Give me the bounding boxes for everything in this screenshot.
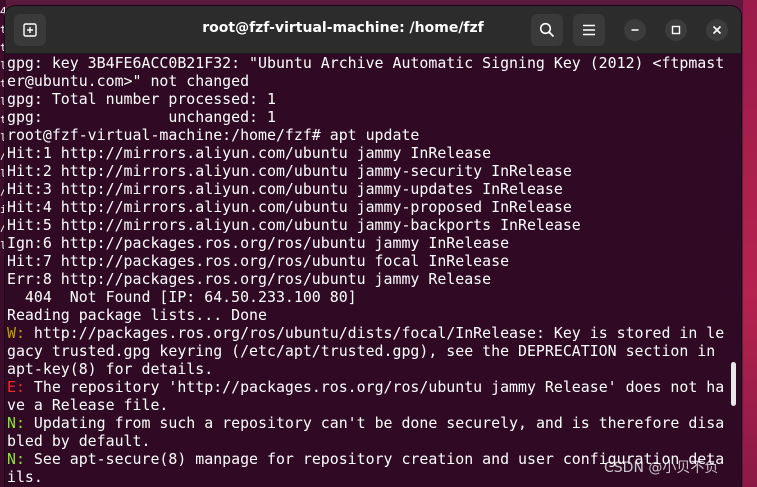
terminal-line-text: gpg: Total number processed: 1: [7, 90, 276, 108]
terminal-line-text: apt-key(8) for details.: [7, 360, 214, 378]
terminal-line: Err:8 http://packages.ros.org/ros/ubuntu…: [7, 270, 741, 288]
terminal-line: Hit:4 http://mirrors.aliyun.com/ubuntu j…: [7, 198, 741, 216]
terminal-line: N: Updating from such a repository can't…: [7, 414, 741, 432]
terminal-line: gpg: Total number processed: 1: [7, 90, 741, 108]
terminal-line: Hit:2 http://mirrors.aliyun.com/ubuntu j…: [7, 162, 741, 180]
terminal-line-text: The repository 'http://packages.ros.org/…: [24, 378, 725, 396]
terminal-line: gpg: key 3B4FE6ACC0B21F32: "Ubuntu Archi…: [7, 54, 741, 72]
terminal-line: 404 Not Found [IP: 64.50.233.100 80]: [7, 288, 741, 306]
message-prefix: E:: [7, 378, 25, 396]
search-icon: [539, 22, 555, 38]
terminal-line: gacy trusted.gpg keyring (/etc/apt/trust…: [7, 342, 741, 360]
terminal-line: Reading package lists... Done: [7, 306, 741, 324]
terminal-line-text: Reading package lists... Done: [7, 306, 267, 324]
close-icon: [712, 25, 722, 35]
title-bar[interactable]: root@fzf-virtual-machine: /home/fzf: [5, 6, 741, 54]
terminal-line-text: er@ubuntu.com>" not changed: [7, 72, 250, 90]
desktop-right-strip: [743, 0, 757, 487]
terminal-line-text: 404 Not Found [IP: 64.50.233.100 80]: [7, 288, 357, 306]
terminal-line: apt-key(8) for details.: [7, 360, 741, 378]
minimize-icon: [631, 29, 639, 31]
terminal-line: Ign:6 http://packages.ros.org/ros/ubuntu…: [7, 234, 741, 252]
terminal-line-text: ve a Release file.: [7, 396, 169, 414]
terminal-line-text: Hit:7 http://packages.ros.org/ros/ubuntu…: [7, 252, 510, 270]
terminal-window[interactable]: root@fzf-virtual-machine: /home/fzf gpg:…: [5, 6, 741, 487]
terminal-line-text: gacy trusted.gpg keyring (/etc/apt/trust…: [7, 342, 716, 360]
maximize-button[interactable]: [665, 19, 687, 41]
terminal-line: gpg: unchanged: 1: [7, 108, 741, 126]
terminal-line-text: http://packages.ros.org/ros/ubuntu/dists…: [24, 324, 725, 342]
message-prefix: W:: [7, 324, 25, 342]
terminal-line: Hit:7 http://packages.ros.org/ros/ubuntu…: [7, 252, 741, 270]
terminal-line: root@fzf-virtual-machine:/home/fzf# apt …: [7, 126, 741, 144]
menu-button[interactable]: [573, 14, 605, 46]
terminal-line: E: The repository 'http://packages.ros.o…: [7, 378, 741, 396]
terminal-line: Hit:5 http://mirrors.aliyun.com/ubuntu j…: [7, 216, 741, 234]
terminal-line: bled by default.: [7, 432, 741, 450]
new-tab-icon: [23, 23, 37, 37]
search-button[interactable]: [531, 14, 563, 46]
terminal-line: er@ubuntu.com>" not changed: [7, 72, 741, 90]
terminal-line-text: Err:8 http://packages.ros.org/ros/ubuntu…: [7, 270, 492, 288]
minimize-button[interactable]: [624, 19, 646, 41]
terminal-line-text: Hit:4 http://mirrors.aliyun.com/ubuntu j…: [7, 198, 572, 216]
terminal-output[interactable]: gpg: key 3B4FE6ACC0B21F32: "Ubuntu Archi…: [5, 54, 741, 487]
terminal-line-text: Hit:3 http://mirrors.aliyun.com/ubuntu j…: [7, 180, 563, 198]
terminal-line-text: Hit:2 http://mirrors.aliyun.com/ubuntu j…: [7, 162, 572, 180]
close-button[interactable]: [706, 19, 728, 41]
maximize-icon: [671, 25, 681, 35]
terminal-line-text: Ign:6 http://packages.ros.org/ros/ubuntu…: [7, 234, 510, 252]
terminal-line-text: Hit:5 http://mirrors.aliyun.com/ubuntu j…: [7, 216, 581, 234]
terminal-line: Hit:3 http://mirrors.aliyun.com/ubuntu j…: [7, 180, 741, 198]
message-prefix: N:: [7, 450, 25, 468]
terminal-line-text: ils.: [7, 468, 43, 486]
terminal-line-text: gpg: unchanged: 1: [7, 108, 276, 126]
window-title: root@fzf-virtual-machine: /home/fzf: [202, 20, 484, 36]
hamburger-menu-icon: [583, 24, 595, 36]
terminal-line: Hit:1 http://mirrors.aliyun.com/ubuntu j…: [7, 144, 741, 162]
terminal-line: W: http://packages.ros.org/ros/ubuntu/di…: [7, 324, 741, 342]
watermark: CSDN @小贝不负: [604, 460, 719, 476]
message-prefix: N:: [7, 414, 25, 432]
new-tab-button[interactable]: [14, 14, 46, 46]
terminal-line-text: Hit:1 http://mirrors.aliyun.com/ubuntu j…: [7, 144, 492, 162]
terminal-scrollbar[interactable]: [731, 362, 736, 406]
terminal-line: ve a Release file.: [7, 396, 741, 414]
terminal-line-text: gpg: key 3B4FE6ACC0B21F32: "Ubuntu Archi…: [7, 54, 725, 72]
terminal-line-text: root@fzf-virtual-machine:/home/fzf# apt …: [7, 126, 420, 144]
terminal-line-text: Updating from such a repository can't be…: [24, 414, 725, 432]
terminal-line-text: bled by default.: [7, 432, 151, 450]
